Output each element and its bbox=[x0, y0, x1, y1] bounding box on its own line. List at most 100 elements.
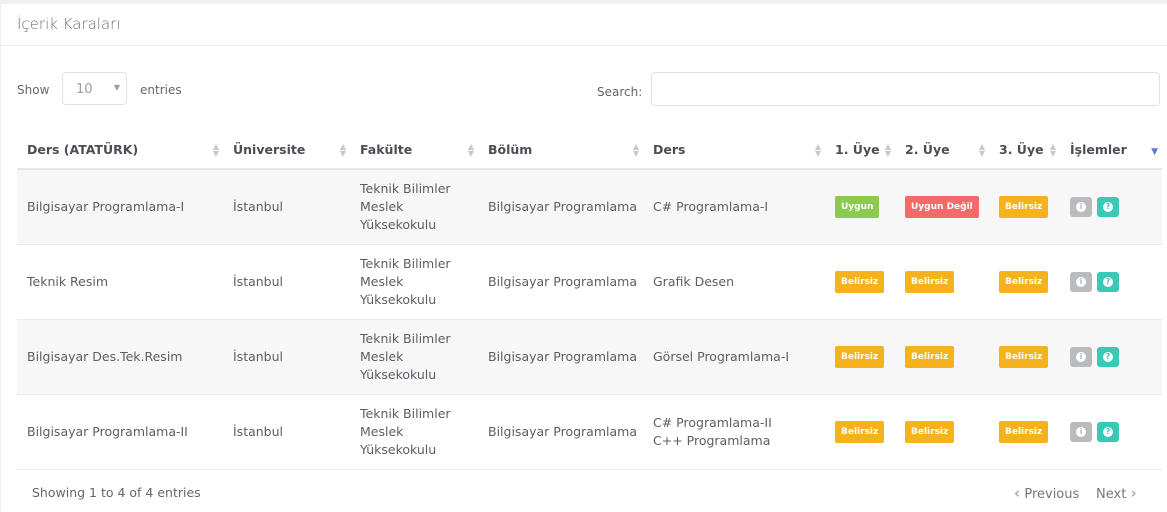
info-icon: i bbox=[1076, 351, 1086, 362]
column-header-fakulte[interactable]: Fakülte ▲ ▼ bbox=[350, 131, 478, 170]
column-header-label: 3. Üye bbox=[999, 142, 1044, 157]
cell-ders-ataturk: Bilgisayar Programlama-I bbox=[17, 169, 223, 245]
column-header-ders[interactable]: Ders ▲ ▼ bbox=[643, 131, 825, 170]
question-icon: ? bbox=[1102, 201, 1113, 212]
cell-fakulte: Teknik Bilimler Meslek Yüksekokulu bbox=[350, 244, 478, 320]
fakulte-line: Meslek bbox=[360, 348, 404, 364]
column-header-label: İşlemler bbox=[1070, 142, 1127, 157]
search-input[interactable] bbox=[651, 72, 1160, 106]
pagination-previous[interactable]: ‹ Previous bbox=[1014, 484, 1079, 502]
pagination-next[interactable]: Next › bbox=[1096, 484, 1137, 502]
help-button[interactable]: ? bbox=[1096, 346, 1119, 367]
cell-ders: Görsel Programlama-I bbox=[643, 319, 825, 395]
cell-uye-1: Belirsiz bbox=[825, 244, 895, 320]
panel-title: İçerik Karaları bbox=[17, 15, 121, 33]
column-header-label: 1. Üye bbox=[835, 142, 880, 157]
column-header-label: Bölüm bbox=[488, 142, 533, 157]
info-icon: i bbox=[1076, 426, 1086, 437]
info-button[interactable]: i bbox=[1070, 196, 1092, 217]
sort-desc-icon: ▼ bbox=[1151, 147, 1158, 157]
status-badge: Belirsiz bbox=[835, 270, 885, 293]
help-button[interactable]: ? bbox=[1096, 196, 1119, 217]
cell-uye-3: Belirsiz bbox=[989, 169, 1060, 245]
cell-universite: İstanbul bbox=[223, 244, 350, 320]
sort-both-icon: ▲ ▼ bbox=[978, 142, 985, 158]
fakulte-line: Teknik Bilimler bbox=[360, 330, 451, 346]
cell-uye-2: Belirsiz bbox=[895, 394, 989, 470]
cell-islemler: i ? bbox=[1060, 394, 1162, 470]
show-label: Show bbox=[17, 83, 50, 97]
fakulte-line: Yüksekokulu bbox=[360, 366, 437, 382]
cell-universite: İstanbul bbox=[223, 319, 350, 395]
fakulte-line: Meslek bbox=[360, 423, 404, 439]
cell-uye-1: Uygun bbox=[825, 169, 895, 245]
table-row: Bilgisayar Programlama-II İstanbul Tekni… bbox=[17, 394, 1162, 470]
chevron-left-icon: ‹ bbox=[1014, 484, 1021, 502]
info-button[interactable]: i bbox=[1070, 346, 1092, 367]
sort-both-icon: ▲ ▼ bbox=[632, 142, 639, 158]
status-badge: Belirsiz bbox=[999, 420, 1049, 443]
status-badge: Belirsiz bbox=[905, 420, 955, 443]
table-controls: Show 10 ▼ entries Search: bbox=[0, 72, 1167, 112]
cell-fakulte: Teknik Bilimler Meslek Yüksekokulu bbox=[350, 169, 478, 245]
sort-both-icon: ▲ ▼ bbox=[1049, 142, 1056, 158]
cell-universite: İstanbul bbox=[223, 169, 350, 245]
cell-ders: Grafik Desen bbox=[643, 244, 825, 320]
status-badge: Belirsiz bbox=[835, 345, 885, 368]
fakulte-line: Yüksekokulu bbox=[360, 291, 437, 307]
ders-line: C# Programlama-II bbox=[653, 414, 772, 430]
cell-uye-2: Belirsiz bbox=[895, 244, 989, 320]
table-header-row: Ders (ATATÜRK) ▲ ▼ Üniversite ▲ ▼ Fakülte ▲ ▼ … bbox=[17, 131, 1162, 170]
column-header-uye-2[interactable]: 2. Üye ▲ ▼ bbox=[895, 131, 989, 170]
column-header-bolum[interactable]: Bölüm ▲ ▼ bbox=[478, 131, 643, 170]
ders-line: Görsel Programlama-I bbox=[653, 348, 790, 364]
sort-both-icon: ▲ ▼ bbox=[814, 142, 821, 158]
table-row: Teknik Resim İstanbul Teknik Bilimler Mes… bbox=[17, 244, 1162, 320]
help-button[interactable]: ? bbox=[1096, 271, 1119, 292]
cell-uye-1: Belirsiz bbox=[825, 394, 895, 470]
cell-ders-ataturk: Bilgisayar Des.Tek.Resim bbox=[17, 319, 223, 395]
cell-islemler: i ? bbox=[1060, 319, 1162, 395]
cell-uye-2: Belirsiz bbox=[895, 319, 989, 395]
cell-ders: C# Programlama-II C++ Programlama bbox=[643, 394, 825, 470]
column-header-label: Ders (ATATÜRK) bbox=[27, 142, 139, 157]
column-header-label: Ders bbox=[653, 142, 686, 157]
cell-islemler: i ? bbox=[1060, 244, 1162, 320]
column-header-universite[interactable]: Üniversite ▲ ▼ bbox=[223, 131, 350, 170]
fakulte-line: Teknik Bilimler bbox=[360, 255, 451, 271]
entries-length-select[interactable]: 10 ▼ bbox=[62, 72, 127, 105]
status-badge: Belirsiz bbox=[999, 270, 1049, 293]
ders-line: C# Programlama-I bbox=[653, 198, 769, 214]
fakulte-line: Meslek bbox=[360, 273, 404, 289]
column-header-uye-1[interactable]: 1. Üye ▲ ▼ bbox=[825, 131, 895, 170]
status-badge: Uygun bbox=[835, 195, 880, 218]
fakulte-line: Yüksekokulu bbox=[360, 441, 437, 457]
info-button[interactable]: i bbox=[1070, 271, 1092, 292]
fakulte-line: Meslek bbox=[360, 198, 404, 214]
status-badge: Uygun Değil bbox=[905, 195, 979, 218]
column-header-uye-3[interactable]: 3. Üye ▲ ▼ bbox=[989, 131, 1060, 170]
ders-line: C++ Programlama bbox=[653, 432, 771, 448]
status-badge: Belirsiz bbox=[999, 345, 1049, 368]
status-badge: Belirsiz bbox=[905, 345, 955, 368]
column-header-islemler[interactable]: İşlemler ▼ bbox=[1060, 131, 1162, 170]
cell-ders-ataturk: Bilgisayar Programlama-II bbox=[17, 394, 223, 470]
help-button[interactable]: ? bbox=[1096, 421, 1119, 442]
sort-both-icon: ▲ ▼ bbox=[467, 142, 474, 158]
status-badge: Belirsiz bbox=[999, 195, 1049, 218]
cell-uye-1: Belirsiz bbox=[825, 319, 895, 395]
cell-fakulte: Teknik Bilimler Meslek Yüksekokulu bbox=[350, 394, 478, 470]
status-badge: Belirsiz bbox=[835, 420, 885, 443]
fakulte-line: Teknik Bilimler bbox=[360, 180, 451, 196]
info-icon: i bbox=[1076, 201, 1086, 212]
cell-bolum: Bilgisayar Programlama bbox=[478, 244, 643, 320]
column-header-label: Üniversite bbox=[233, 142, 306, 157]
fakulte-line: Teknik Bilimler bbox=[360, 405, 451, 421]
caret-down-icon: ▼ bbox=[113, 83, 120, 92]
previous-label: Previous bbox=[1024, 487, 1080, 502]
entries-length-value: 10 bbox=[76, 82, 93, 97]
column-header-ders-ataturk[interactable]: Ders (ATATÜRK) ▲ ▼ bbox=[17, 131, 223, 170]
info-button[interactable]: i bbox=[1070, 421, 1092, 442]
cell-uye-3: Belirsiz bbox=[989, 394, 1060, 470]
data-table: Ders (ATATÜRK) ▲ ▼ Üniversite ▲ ▼ Fakülte ▲ ▼ … bbox=[17, 131, 1162, 470]
